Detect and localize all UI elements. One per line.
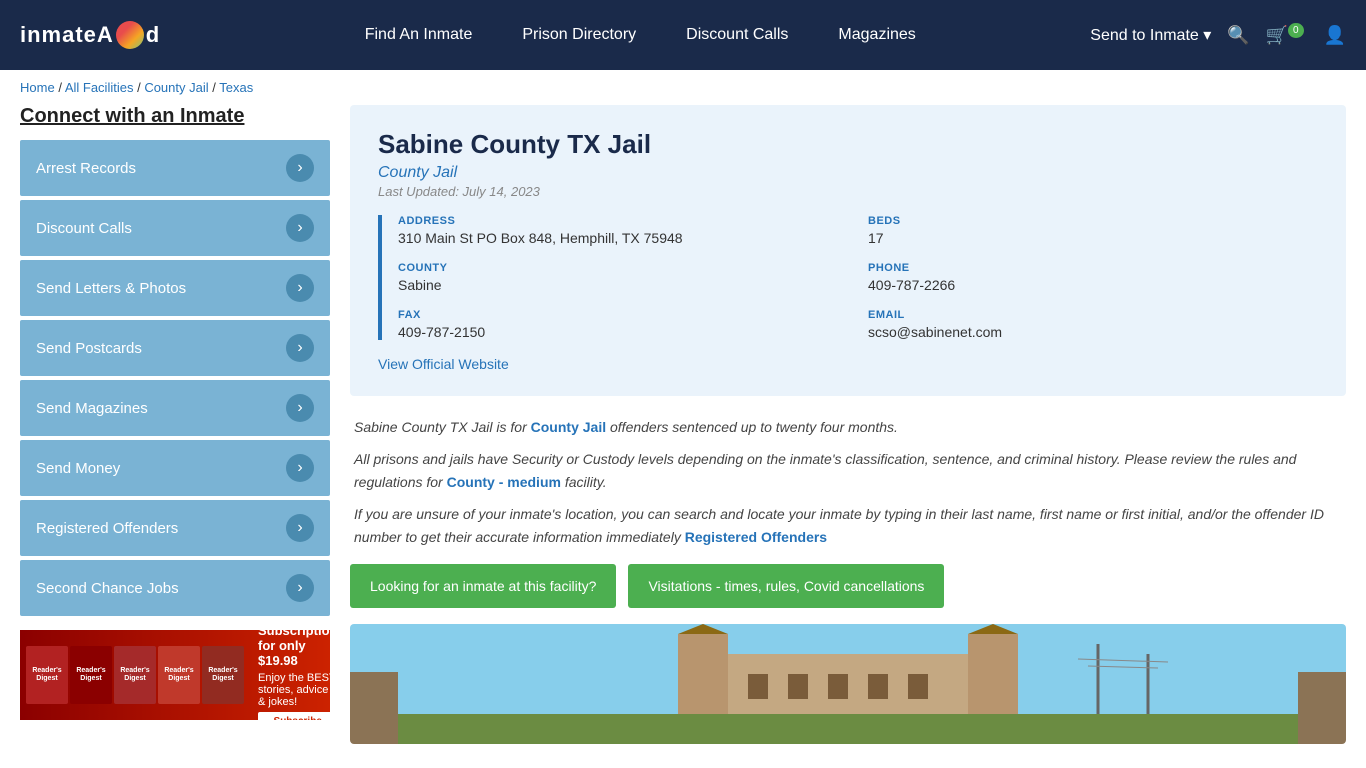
ad-book-2: Reader'sDigest bbox=[70, 646, 112, 704]
sidebar-item-label: Send Postcards bbox=[36, 340, 142, 357]
action-buttons: Looking for an inmate at this facility? … bbox=[350, 564, 1346, 608]
info-fax: FAX 409-787-2150 bbox=[398, 309, 848, 340]
info-email: EMAIL scso@sabinenet.com bbox=[868, 309, 1318, 340]
nav-prison-directory[interactable]: Prison Directory bbox=[502, 16, 656, 54]
description-section: Sabine County TX Jail is for County Jail… bbox=[350, 416, 1346, 548]
ad-books: Reader'sDigest Reader'sDigest Reader'sDi… bbox=[20, 640, 250, 710]
arrow-icon: › bbox=[286, 454, 314, 482]
find-inmate-button[interactable]: Looking for an inmate at this facility? bbox=[350, 564, 616, 608]
facility-info-grid: ADDRESS 310 Main St PO Box 848, Hemphill… bbox=[378, 215, 1318, 340]
registered-offenders-link[interactable]: Registered Offenders bbox=[685, 529, 827, 545]
info-county: COUNTY Sabine bbox=[398, 262, 848, 293]
arrow-icon: › bbox=[286, 154, 314, 182]
email-label: EMAIL bbox=[868, 309, 1318, 321]
breadcrumb-county-jail[interactable]: County Jail bbox=[144, 80, 208, 95]
facility-name: Sabine County TX Jail bbox=[378, 129, 1318, 160]
cart-container: 🛒 0 bbox=[1266, 25, 1308, 46]
desc-paragraph-1: Sabine County TX Jail is for County Jail… bbox=[354, 416, 1342, 438]
phone-label: PHONE bbox=[868, 262, 1318, 274]
fax-value: 409-787-2150 bbox=[398, 324, 848, 340]
sidebar-item-send-money[interactable]: Send Money › bbox=[20, 440, 330, 496]
facility-updated: Last Updated: July 14, 2023 bbox=[378, 184, 1318, 199]
county-medium-link[interactable]: County - medium bbox=[447, 474, 561, 490]
sidebar-item-label: Second Chance Jobs bbox=[36, 580, 179, 597]
sidebar-item-label: Send Letters & Photos bbox=[36, 280, 186, 297]
user-icon[interactable]: 👤 bbox=[1324, 25, 1346, 46]
sidebar-item-arrest-records[interactable]: Arrest Records › bbox=[20, 140, 330, 196]
logo-icon bbox=[116, 21, 144, 49]
fax-label: FAX bbox=[398, 309, 848, 321]
breadcrumb-all-facilities[interactable]: All Facilities bbox=[65, 80, 134, 95]
phone-value: 409-787-2266 bbox=[868, 277, 1318, 293]
desc-paragraph-3: If you are unsure of your inmate's locat… bbox=[354, 503, 1342, 548]
ad-subscribe-button[interactable]: Subscribe Now bbox=[258, 712, 330, 720]
county-label: COUNTY bbox=[398, 262, 848, 274]
sidebar: Connect with an Inmate Arrest Records › … bbox=[20, 105, 330, 744]
ad-book-3: Reader'sDigest bbox=[114, 646, 156, 704]
main-container: Connect with an Inmate Arrest Records › … bbox=[0, 105, 1366, 764]
nav-find-inmate[interactable]: Find An Inmate bbox=[345, 16, 493, 54]
ad-line2: Enjoy the BEST stories, advice & jokes! bbox=[258, 672, 330, 708]
ad-line1: 1 Year Subscription for only $19.98 bbox=[258, 630, 330, 668]
sidebar-item-label: Registered Offenders bbox=[36, 520, 178, 537]
sidebar-item-discount-calls[interactable]: Discount Calls › bbox=[20, 200, 330, 256]
send-to-inmate-button[interactable]: Send to Inmate ▾ bbox=[1090, 25, 1211, 45]
logo-text2: d bbox=[146, 22, 160, 48]
county-value: Sabine bbox=[398, 277, 848, 293]
beds-value: 17 bbox=[868, 230, 1318, 246]
ad-banner: Reader'sDigest Reader'sDigest Reader'sDi… bbox=[20, 630, 330, 720]
sidebar-item-second-chance-jobs[interactable]: Second Chance Jobs › bbox=[20, 560, 330, 616]
arrow-icon: › bbox=[286, 274, 314, 302]
facility-building-svg bbox=[350, 624, 1346, 744]
main-nav: Find An Inmate Prison Directory Discount… bbox=[190, 16, 1090, 54]
breadcrumb-state[interactable]: Texas bbox=[219, 80, 253, 95]
address-value: 310 Main St PO Box 848, Hemphill, TX 759… bbox=[398, 230, 848, 246]
sidebar-item-send-magazines[interactable]: Send Magazines › bbox=[20, 380, 330, 436]
info-address: ADDRESS 310 Main St PO Box 848, Hemphill… bbox=[398, 215, 848, 246]
sidebar-item-label: Send Money bbox=[36, 460, 120, 477]
sidebar-item-label: Send Magazines bbox=[36, 400, 148, 417]
arrow-icon: › bbox=[286, 214, 314, 242]
breadcrumb-home[interactable]: Home bbox=[20, 80, 55, 95]
info-beds: BEDS 17 bbox=[868, 215, 1318, 246]
ad-book-5: Reader'sDigest bbox=[202, 646, 244, 704]
county-jail-link[interactable]: County Jail bbox=[531, 419, 606, 435]
ad-text: 1 Year Subscription for only $19.98 Enjo… bbox=[250, 630, 330, 720]
navbar-actions: Send to Inmate ▾ 🔍 🛒 0 👤 bbox=[1090, 25, 1346, 46]
arrow-icon: › bbox=[286, 514, 314, 542]
beds-label: BEDS bbox=[868, 215, 1318, 227]
search-icon[interactable]: 🔍 bbox=[1227, 25, 1249, 46]
desc-paragraph-2: All prisons and jails have Security or C… bbox=[354, 448, 1342, 493]
cart-icon[interactable]: 🛒 bbox=[1266, 25, 1288, 45]
address-label: ADDRESS bbox=[398, 215, 848, 227]
email-value: scso@sabinenet.com bbox=[868, 324, 1318, 340]
nav-discount-calls[interactable]: Discount Calls bbox=[666, 16, 808, 54]
sidebar-item-send-letters[interactable]: Send Letters & Photos › bbox=[20, 260, 330, 316]
sidebar-item-label: Discount Calls bbox=[36, 220, 132, 237]
content-panel: Sabine County TX Jail County Jail Last U… bbox=[350, 105, 1346, 744]
official-website-link[interactable]: View Official Website bbox=[378, 356, 509, 372]
facility-card: Sabine County TX Jail County Jail Last U… bbox=[350, 105, 1346, 396]
nav-magazines[interactable]: Magazines bbox=[818, 16, 935, 54]
ad-book-4: Reader'sDigest bbox=[158, 646, 200, 704]
sidebar-menu: Arrest Records › Discount Calls › Send L… bbox=[20, 140, 330, 616]
sidebar-item-send-postcards[interactable]: Send Postcards › bbox=[20, 320, 330, 376]
sidebar-item-label: Arrest Records bbox=[36, 160, 136, 177]
logo[interactable]: inmateA d bbox=[20, 21, 160, 49]
arrow-icon: › bbox=[286, 334, 314, 362]
navbar: inmateA d Find An Inmate Prison Director… bbox=[0, 0, 1366, 70]
sidebar-item-registered-offenders[interactable]: Registered Offenders › bbox=[20, 500, 330, 556]
info-phone: PHONE 409-787-2266 bbox=[868, 262, 1318, 293]
facility-image bbox=[350, 624, 1346, 744]
ad-book-1: Reader'sDigest bbox=[26, 646, 68, 704]
breadcrumb: Home / All Facilities / County Jail / Te… bbox=[0, 70, 1366, 105]
cart-badge: 0 bbox=[1288, 23, 1304, 38]
arrow-icon: › bbox=[286, 574, 314, 602]
sidebar-title: Connect with an Inmate bbox=[20, 105, 330, 128]
logo-text: inmateA bbox=[20, 22, 114, 48]
facility-type: County Jail bbox=[378, 164, 1318, 182]
visitations-button[interactable]: Visitations - times, rules, Covid cancel… bbox=[628, 564, 944, 608]
arrow-icon: › bbox=[286, 394, 314, 422]
